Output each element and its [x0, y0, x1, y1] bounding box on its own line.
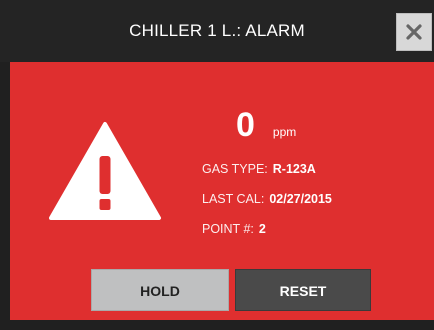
close-icon — [406, 24, 422, 40]
reading-unit: ppm — [272, 125, 297, 139]
gas-type-row: GAS TYPE: R-123A — [202, 162, 316, 176]
close-button[interactable] — [396, 13, 432, 51]
point-label: POINT #: — [202, 222, 254, 236]
reset-button[interactable]: RESET — [235, 269, 371, 311]
last-cal-value: 02/27/2015 — [269, 192, 332, 206]
warning-icon — [49, 122, 161, 220]
alarm-dialog: CHILLER 1 L.: ALARM 0 ppm GAS TYPE: R-123… — [0, 0, 434, 330]
gas-type-value: R-123A — [272, 162, 316, 176]
gas-type-label: GAS TYPE: — [202, 162, 268, 176]
alarm-panel: 0 ppm GAS TYPE: R-123A LAST CAL: 02/27/201… — [10, 62, 434, 320]
title-bar: CHILLER 1 L.: ALARM — [0, 0, 434, 62]
point-value: 2 — [258, 222, 266, 236]
gas-reading: 0 ppm — [236, 106, 296, 148]
last-cal-row: LAST CAL: 02/27/2015 — [202, 192, 332, 206]
point-row: POINT #: 2 — [202, 222, 266, 236]
hold-button[interactable]: HOLD — [91, 269, 229, 311]
reading-value: 0 — [236, 106, 255, 144]
dialog-title: CHILLER 1 L.: ALARM — [129, 21, 305, 40]
last-cal-label: LAST CAL: — [202, 192, 265, 206]
